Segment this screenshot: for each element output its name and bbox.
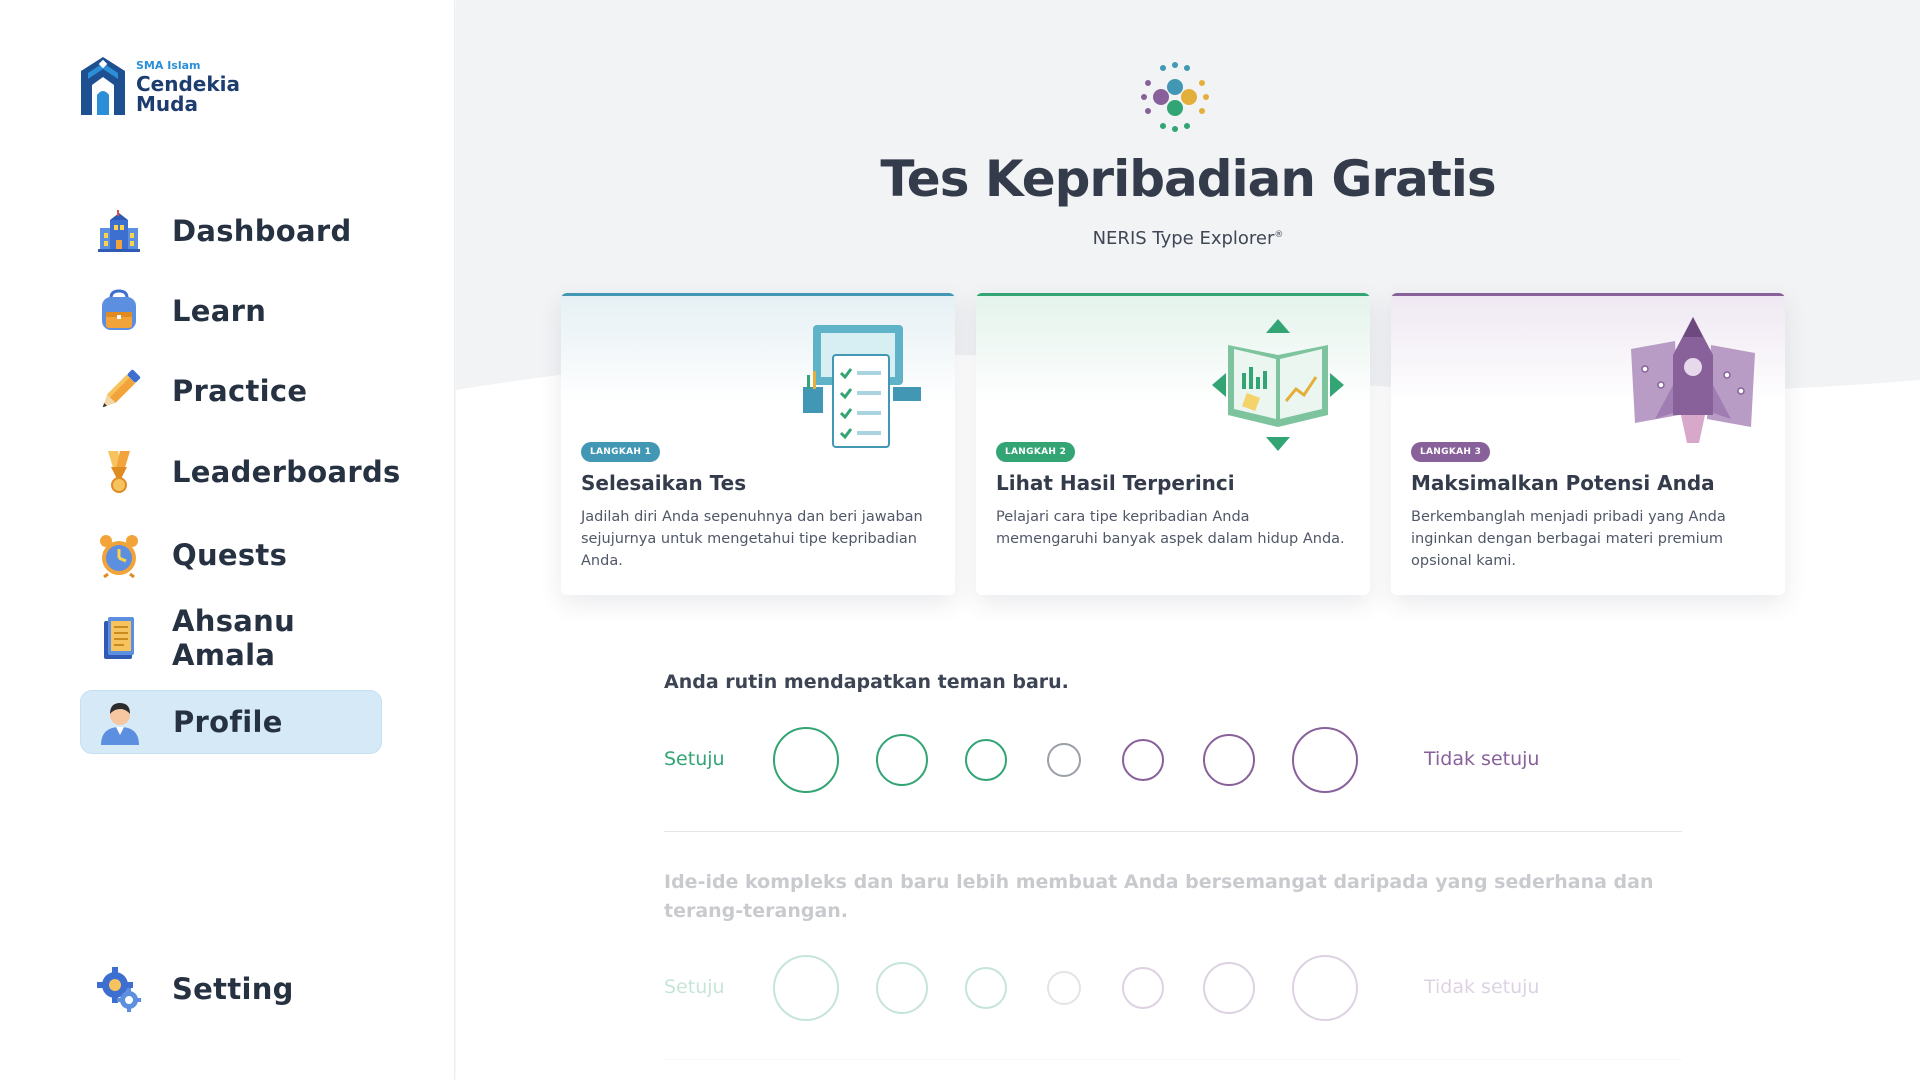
- agree-label: Setuju: [664, 748, 725, 770]
- user-icon: [97, 699, 143, 745]
- neris-logo-icon: [1141, 62, 1209, 132]
- answer-option-neutral[interactable]: [1047, 971, 1081, 1005]
- school-building-icon: [96, 208, 142, 254]
- sidebar-item-leaderboards[interactable]: Leaderboards: [80, 440, 400, 504]
- disagree-label: Tidak setuju: [1424, 976, 1540, 998]
- answer-option-strongly-agree[interactable]: [773, 727, 839, 793]
- sidebar-item-learn[interactable]: Learn: [80, 279, 382, 343]
- sidebar-item-label: Ahsanu Amala: [172, 604, 296, 672]
- sidebar-item-profile[interactable]: Profile: [80, 690, 382, 754]
- question-divider: [664, 831, 1682, 832]
- results-book-icon: [1212, 319, 1344, 451]
- question-1-scale: Setuju Tidak setuju: [664, 719, 1714, 799]
- brand-logo[interactable]: SMA Islam Cendekia Muda: [78, 55, 240, 119]
- sidebar-item-dashboard[interactable]: Dashboard: [80, 199, 382, 263]
- backpack-icon: [96, 288, 142, 334]
- answer-option-slightly-agree[interactable]: [965, 967, 1007, 1009]
- answer-option-disagree[interactable]: [1203, 962, 1255, 1014]
- step-badge: LANGKAH 1: [581, 442, 661, 462]
- answer-option-slightly-disagree[interactable]: [1122, 967, 1164, 1009]
- step-card-3: LANGKAH 3 Maksimalkan Potensi Anda Berke…: [1391, 293, 1785, 595]
- page-title: Tes Kepribadian Gratis: [880, 150, 1496, 208]
- answer-option-strongly-agree[interactable]: [773, 955, 839, 1021]
- agree-label: Setuju: [664, 976, 725, 998]
- medal-icon: [96, 449, 142, 495]
- step-badge: LANGKAH 3: [1411, 442, 1491, 462]
- main-content: Tes Kepribadian Gratis NERIS Type Explor…: [456, 0, 1920, 1080]
- answer-option-agree[interactable]: [876, 962, 928, 1014]
- subtitle-text: NERIS Type Explorer: [1092, 228, 1275, 249]
- sidebar-item-setting[interactable]: Setting: [80, 957, 382, 1021]
- answer-option-agree[interactable]: [876, 734, 928, 786]
- answer-option-disagree[interactable]: [1203, 734, 1255, 786]
- registered-mark: ®: [1274, 230, 1284, 240]
- test-checklist-icon: [803, 325, 921, 448]
- notebook-icon: [96, 615, 142, 661]
- question-2-scale: Setuju Tidak setuju: [664, 947, 1714, 1027]
- sidebar-item-label: Setting: [172, 972, 294, 1006]
- question-1-text: Anda rutin mendapatkan teman baru.: [664, 671, 1069, 693]
- sidebar-item-ahsanu-amala[interactable]: Ahsanu Amala: [80, 604, 382, 672]
- disagree-label: Tidak setuju: [1424, 748, 1540, 770]
- brand-name-line1: Cendekia: [136, 72, 241, 96]
- answer-option-neutral[interactable]: [1047, 743, 1081, 777]
- answer-option-slightly-agree[interactable]: [965, 739, 1007, 781]
- rocket-icon: [1631, 317, 1755, 443]
- sidebar-item-practice[interactable]: Practice: [80, 359, 382, 423]
- question-2-text: Ide-ide kompleks dan baru lebih membuat …: [664, 871, 1654, 922]
- step-description: Pelajari cara tipe kepribadian Anda meme…: [996, 509, 1345, 547]
- question-divider: [664, 1059, 1682, 1060]
- sidebar-item-label: Learn: [172, 294, 267, 328]
- step-title: Lihat Hasil Terperinci: [996, 471, 1235, 495]
- page-subtitle: NERIS Type Explorer®: [456, 228, 1920, 249]
- cendekia-logo-icon: [81, 57, 125, 115]
- step-badge: LANGKAH 2: [996, 442, 1076, 462]
- sidebar-item-label: Profile: [173, 705, 283, 739]
- step-description: Jadilah diri Anda sepenuhnya dan beri ja…: [581, 509, 923, 569]
- sidebar-item-quests[interactable]: Quests: [80, 523, 382, 587]
- pencil-icon: [96, 368, 142, 414]
- sidebar-item-label: Dashboard: [172, 214, 352, 248]
- step-description: Berkembanglah menjadi pribadi yang Anda …: [1411, 509, 1726, 569]
- step-title: Selesaikan Tes: [581, 471, 747, 495]
- step-card-2: LANGKAH 2 Lihat Hasil Terperinci Pelajar…: [976, 293, 1370, 595]
- brand-name-line2: Muda: [136, 92, 198, 116]
- answer-option-strongly-disagree[interactable]: [1292, 727, 1358, 793]
- step-title: Maksimalkan Potensi Anda: [1411, 471, 1715, 495]
- step-card-1: LANGKAH 1 Selesaikan Tes Jadilah diri An…: [561, 293, 955, 595]
- sidebar-item-label: Leaderboards: [172, 455, 401, 489]
- alarm-clock-icon: [96, 532, 142, 578]
- answer-option-strongly-disagree[interactable]: [1292, 955, 1358, 1021]
- gear-icon: [96, 966, 142, 1012]
- sidebar-item-label: Quests: [172, 538, 288, 572]
- sidebar: SMA Islam Cendekia Muda Dashboard Learn …: [0, 0, 455, 1080]
- answer-option-slightly-disagree[interactable]: [1122, 739, 1164, 781]
- brand-small-text: SMA Islam: [136, 59, 201, 72]
- sidebar-item-label: Practice: [172, 374, 308, 408]
